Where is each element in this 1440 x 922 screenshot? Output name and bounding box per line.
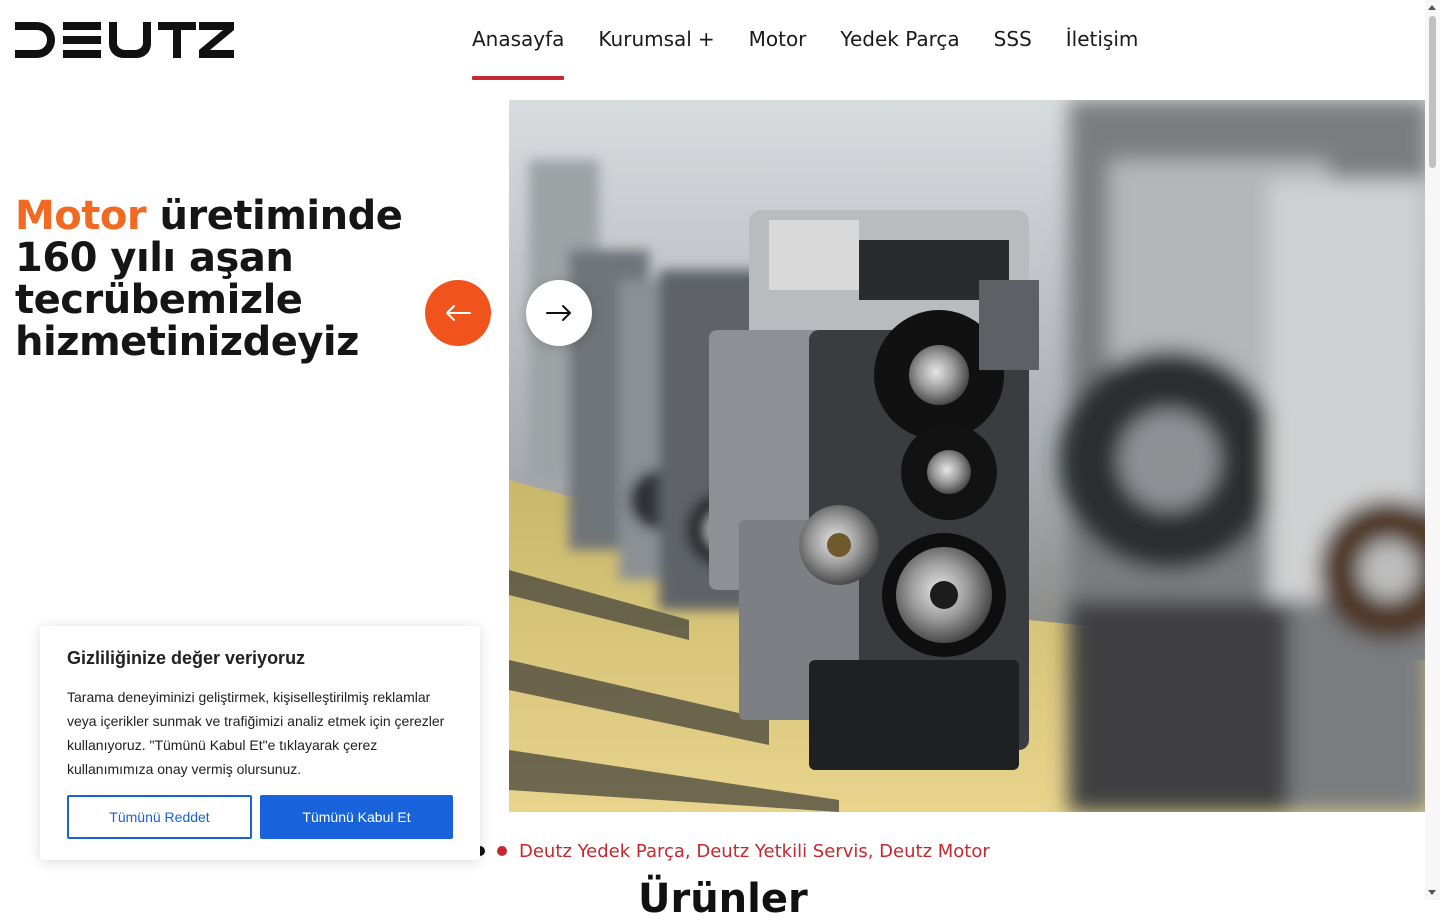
- nav-yedek-parca-label: Yedek Parça: [840, 27, 960, 51]
- engine-assembly-illustration: [509, 100, 1425, 812]
- nav-motor[interactable]: Motor: [749, 0, 807, 80]
- hero-title: Motor üretiminde 160 yılı aşan tecrübemi…: [15, 195, 485, 363]
- deutz-logo-mark: [15, 22, 234, 58]
- tags-text: Deutz Yedek Parça, Deutz Yetkili Servis,…: [519, 840, 990, 862]
- tags-line: Deutz Yedek Parça, Deutz Yetkili Servis,…: [475, 838, 990, 864]
- nav-motor-label: Motor: [748, 27, 807, 51]
- nav-iletisim-label: İletişim: [1065, 27, 1139, 51]
- cookie-actions: Tümünü Reddet Tümünü Kabul Et: [67, 795, 453, 839]
- nav-iletisim[interactable]: İletişim: [1066, 0, 1139, 80]
- deutz-logo[interactable]: [15, 22, 235, 58]
- nav-sss[interactable]: SSS: [994, 0, 1032, 80]
- arrow-left-icon: [446, 305, 471, 321]
- nav-kurumsal[interactable]: Kurumsal +: [598, 0, 714, 80]
- cookie-body: Tarama deneyiminizi geliştirmek, kişisel…: [67, 689, 445, 777]
- nav-sss-label: SSS: [993, 27, 1032, 51]
- nav-yedek-parca[interactable]: Yedek Parça: [840, 0, 959, 80]
- arrow-right-icon: [546, 305, 571, 321]
- slider-prev-button[interactable]: [425, 280, 491, 346]
- nav-anasayfa-label: Anasayfa: [472, 27, 565, 51]
- scroll-up-icon[interactable]: [1428, 5, 1436, 10]
- hero-title-highlight: Motor: [15, 193, 147, 239]
- nav-kurumsal-label: Kurumsal: [598, 27, 692, 51]
- cookie-banner: Gizliliğinize değer veriyoruz Tarama den…: [40, 626, 480, 860]
- cookie-title: Gizliliğinize değer veriyoruz: [67, 648, 306, 668]
- plus-icon: +: [697, 27, 715, 51]
- section-heading-peek: Ürünler: [638, 876, 808, 922]
- scroll-down-icon[interactable]: [1428, 890, 1436, 895]
- nav-anasayfa[interactable]: Anasayfa: [472, 0, 565, 80]
- reject-all-button[interactable]: Tümünü Reddet: [67, 795, 252, 839]
- scroll-thumb[interactable]: [1429, 16, 1436, 168]
- main-nav: Anasayfa Kurumsal + Motor Yedek Parça SS…: [455, 0, 1155, 80]
- slider-next-button[interactable]: [526, 280, 592, 346]
- page-scrollbar[interactable]: [1425, 0, 1440, 900]
- hero-engine-image: [509, 100, 1425, 812]
- bullet-dot-icon: [497, 846, 507, 856]
- accept-all-button[interactable]: Tümünü Kabul Et: [260, 795, 453, 839]
